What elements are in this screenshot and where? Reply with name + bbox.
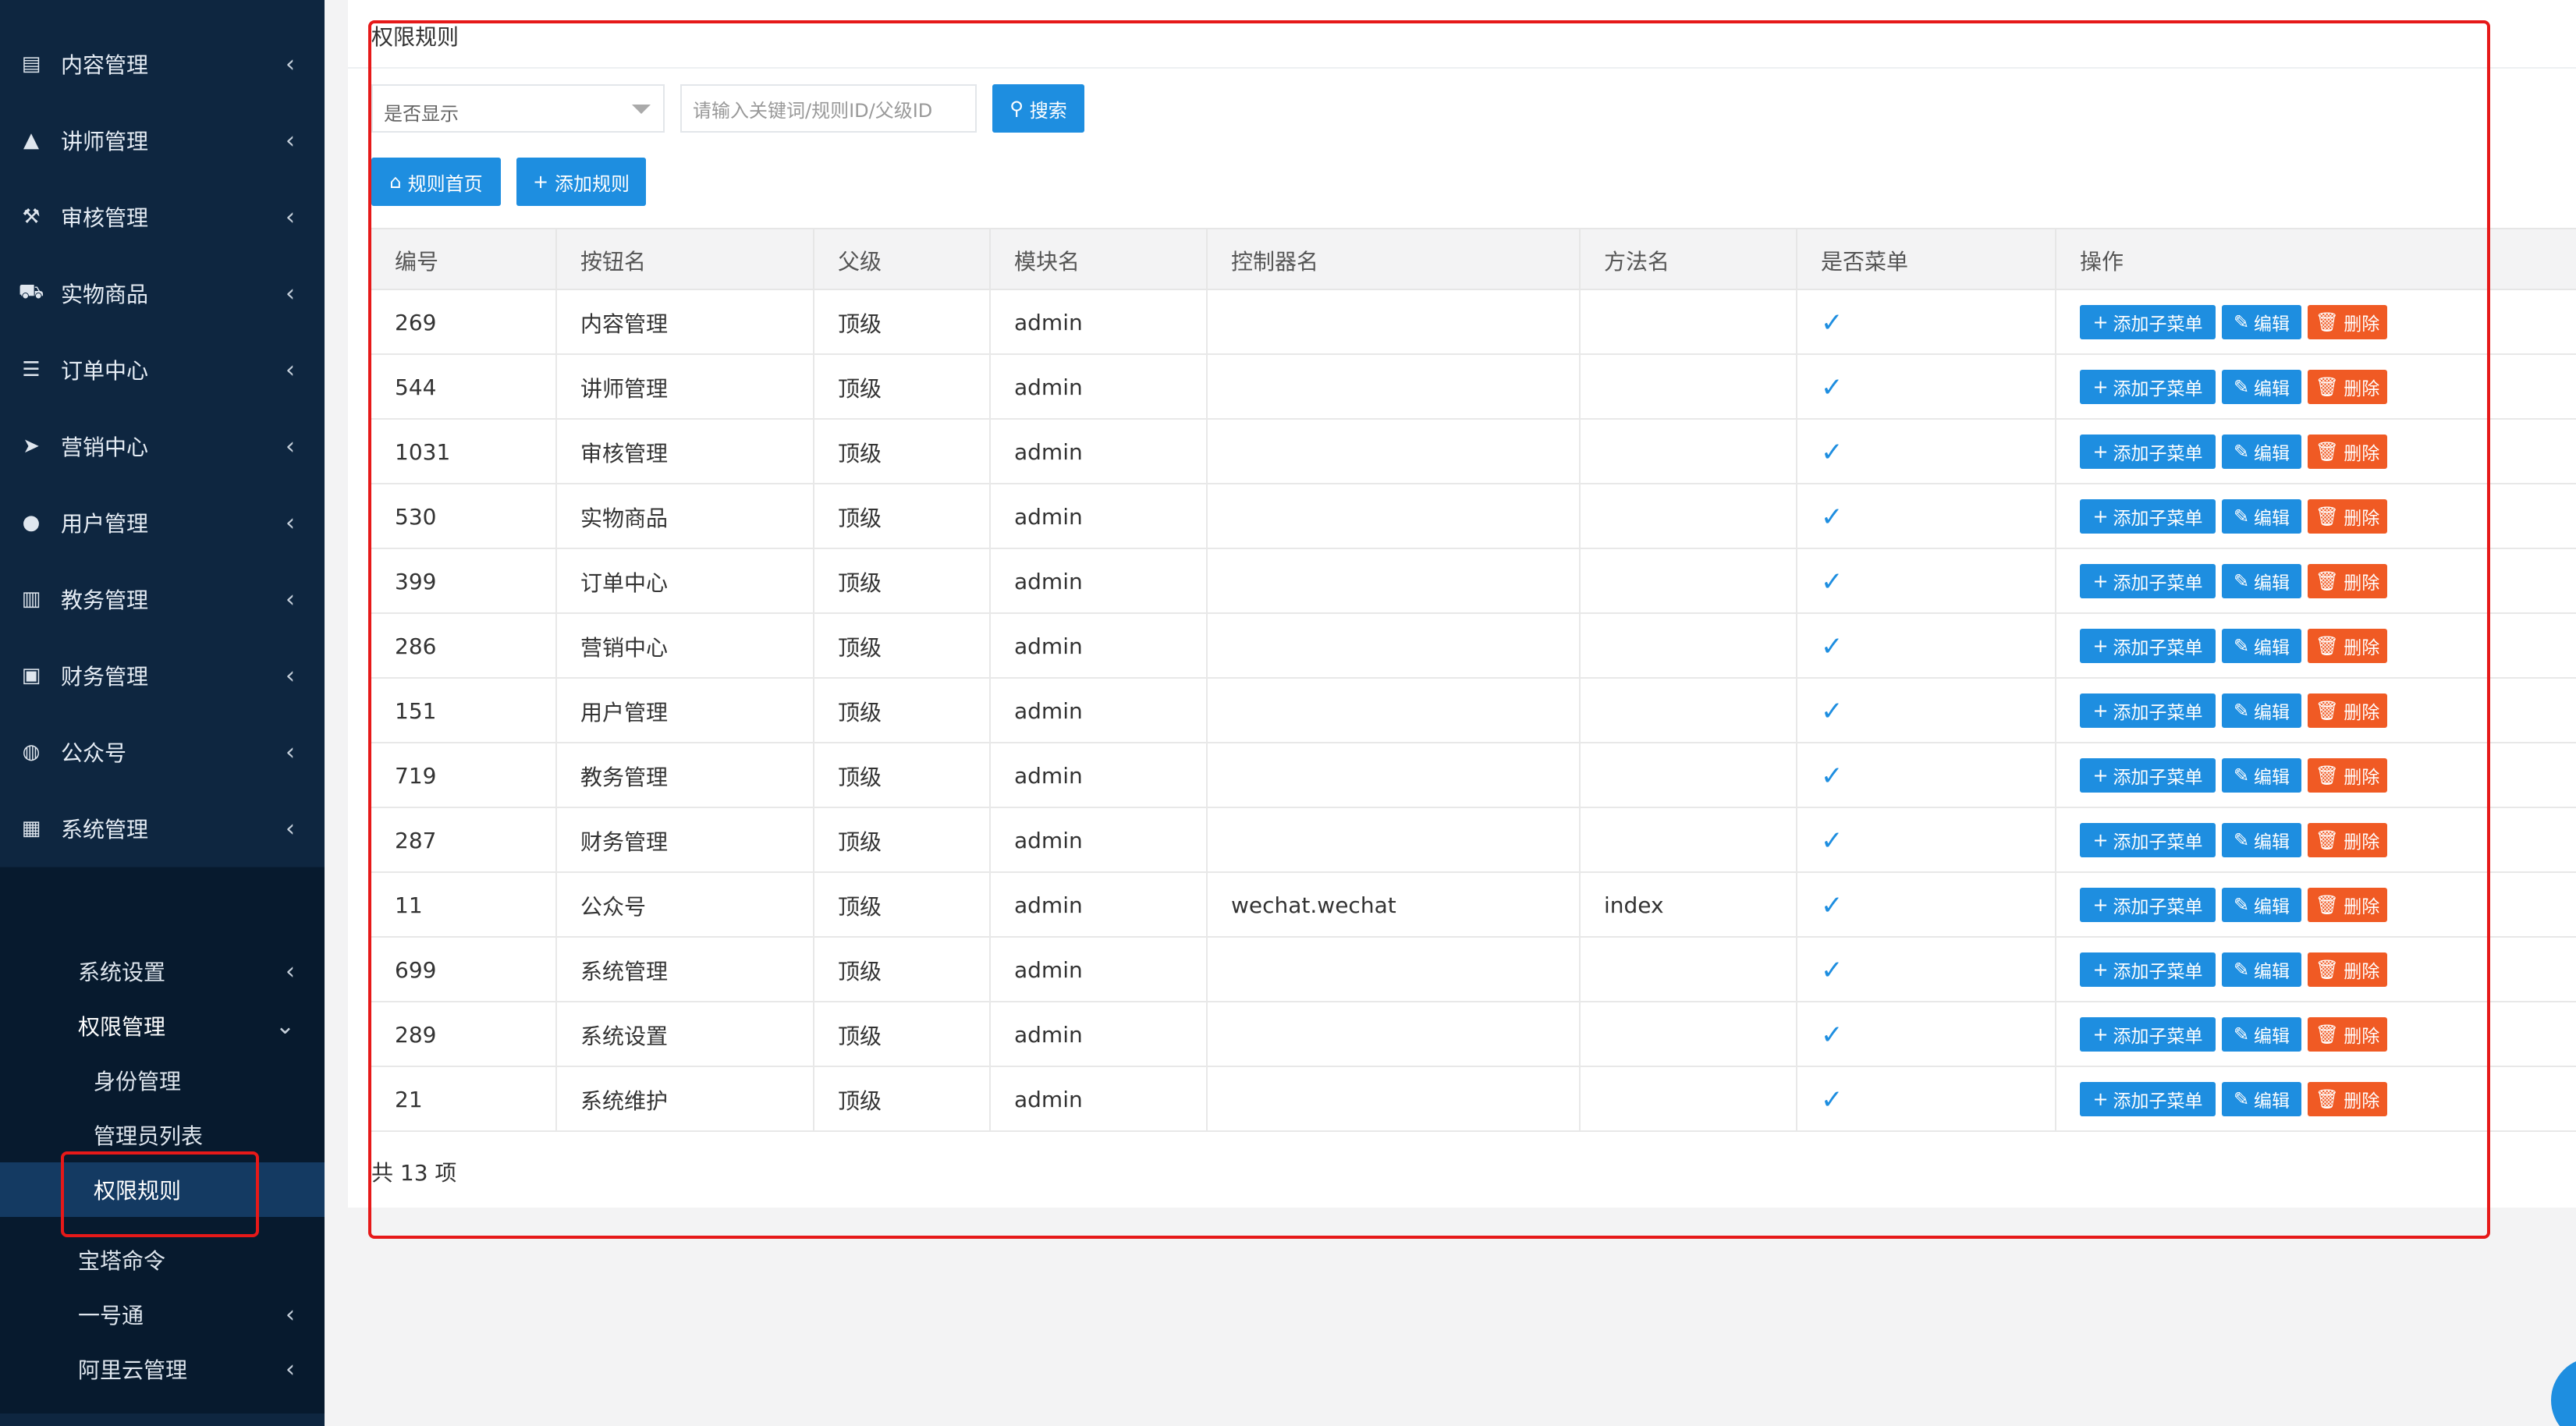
sidebar-subitem-label: 阿里云管理: [78, 1357, 188, 1383]
chevron-left-icon: ‹: [286, 585, 295, 613]
annotation-highlight-sidebar: [61, 1151, 259, 1237]
sidebar-item[interactable]: ⛟ 实物商品 ‹: [0, 255, 325, 332]
sidebar-subitem[interactable]: 一号通 ‹: [0, 1287, 325, 1342]
sidebar-item[interactable]: ◍ 公众号 ‹: [0, 714, 325, 790]
chevron-left-icon: ‹: [286, 1355, 295, 1383]
sidebar-item-label: 财务管理: [61, 664, 149, 690]
sidebar-item-label: 教务管理: [61, 587, 149, 613]
sidebar-item[interactable]: ⚒ 审核管理 ‹: [0, 179, 325, 255]
sidebar-subitem-label: 宝塔命令: [78, 1248, 166, 1274]
wechat-icon: ◍: [22, 740, 41, 764]
chevron-left-icon: ‹: [286, 957, 295, 985]
sidebar-item-label: 用户管理: [61, 511, 149, 537]
floating-action-button[interactable]: [2551, 1357, 2576, 1426]
cart-icon: ⛟: [18, 280, 44, 303]
graduation-cap-icon: ▲: [23, 129, 39, 152]
chevron-left-icon: ‹: [286, 203, 295, 231]
user-icon: ●: [22, 511, 41, 534]
sidebar-subitem-label: 系统设置: [78, 960, 166, 985]
list-icon: ☰: [22, 358, 41, 381]
sidebar-item[interactable]: ☰ 订单中心 ‹: [0, 332, 325, 408]
chevron-left-icon: ‹: [286, 279, 295, 307]
sidebar-item-label: 实物商品: [61, 282, 149, 307]
sidebar-subitem-label: 管理员列表: [94, 1123, 204, 1149]
sidebar-item-label: 营销中心: [61, 435, 149, 460]
chevron-left-icon: ‹: [286, 50, 295, 78]
sidebar-item-label: 讲师管理: [61, 129, 149, 154]
sidebar-subitem[interactable]: 宝塔命令: [0, 1233, 325, 1287]
sidebar-subitem[interactable]: 系统设置 ‹: [0, 944, 325, 999]
sidebar-item[interactable]: ● 用户管理 ‹: [0, 484, 325, 561]
sidebar-subitem-label: 权限管理: [78, 1014, 166, 1040]
sidebar-subitem-label: 一号通: [78, 1303, 144, 1328]
sidebar-item[interactable]: ▤ 内容管理 ‹: [0, 26, 325, 102]
paper-plane-icon: ➤: [23, 435, 40, 458]
chevron-left-icon: ‹: [286, 356, 295, 384]
sidebar-subitem-label: 身份管理: [94, 1069, 182, 1094]
sidebar-item-label: 内容管理: [61, 52, 149, 78]
sidebar-item-label: 公众号: [61, 740, 127, 766]
chevron-left-icon: ‹: [286, 738, 295, 766]
book-icon: ▥: [21, 587, 41, 611]
sidebar-subitem[interactable]: 权限管理 ⌄: [0, 999, 325, 1053]
sidebar-item-label: 订单中心: [61, 358, 149, 384]
sidebar-subitem[interactable]: 阿里云管理 ‹: [0, 1342, 325, 1396]
sidebar-item[interactable]: ▦ 系统管理 ‹: [0, 790, 325, 867]
newspaper-icon: ▤: [21, 52, 41, 76]
chevron-left-icon: ‹: [286, 814, 295, 842]
chevron-left-icon: ‹: [286, 1300, 295, 1328]
sidebar-item[interactable]: ▥ 教务管理 ‹: [0, 561, 325, 637]
chevron-left-icon: ‹: [286, 662, 295, 690]
sidebar-item[interactable]: ▲ 讲师管理 ‹: [0, 102, 325, 179]
money-icon: ▣: [21, 664, 41, 687]
gavel-icon: ⚒: [22, 205, 41, 229]
annotation-highlight-main: [368, 20, 2490, 1239]
sidebar-item[interactable]: ▣ 财务管理 ‹: [0, 637, 325, 714]
chevron-left-icon: ‹: [286, 126, 295, 154]
sidebar-subitem[interactable]: 身份管理: [0, 1053, 325, 1108]
chevron-down-icon: ⌄: [275, 1012, 295, 1040]
sidebar-item-label: 系统管理: [61, 817, 149, 842]
sidebar-item[interactable]: ➤ 营销中心 ‹: [0, 408, 325, 484]
chevron-left-icon: ‹: [286, 432, 295, 460]
chevron-left-icon: ‹: [286, 509, 295, 537]
grid-icon: ▦: [21, 817, 41, 840]
sidebar-item-label: 审核管理: [61, 205, 149, 231]
